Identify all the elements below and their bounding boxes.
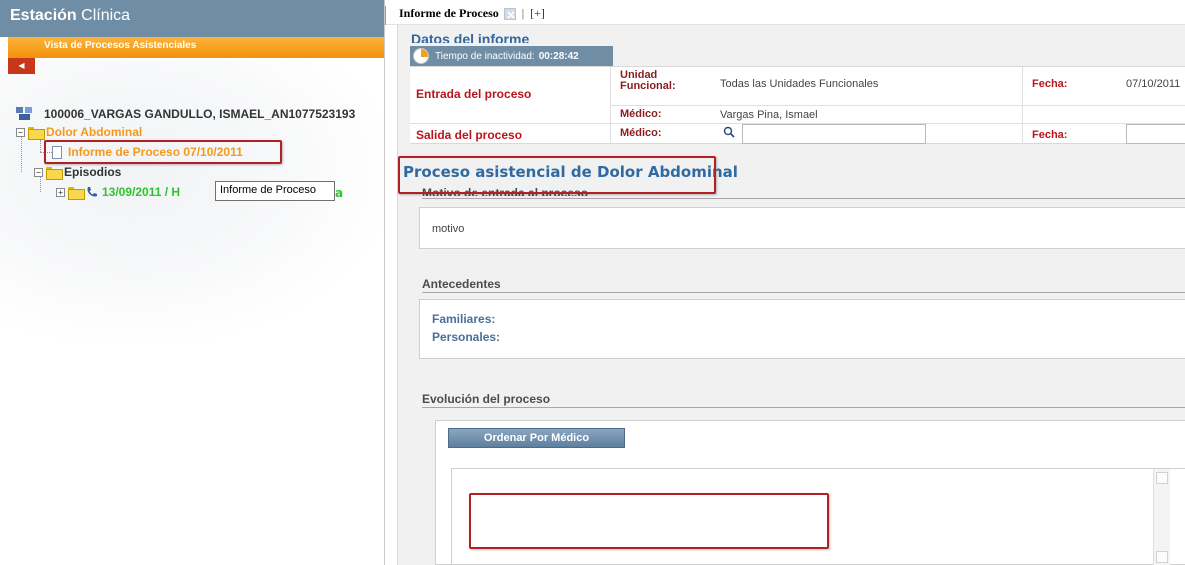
tab-separator: | <box>521 6 525 20</box>
inactivity-time: 00:28:42 <box>538 50 579 62</box>
fecha-salida-label: Fecha: <box>1032 129 1068 141</box>
tree-node-dolor-abdominal[interactable]: − Dolor Abdominal <box>16 125 143 140</box>
medico-salida-label: Médico: <box>620 127 662 139</box>
tree-node-label: Episodios <box>64 165 122 179</box>
highlight-box-proceso-title <box>398 156 716 194</box>
unidad-funcional-value: Todas las Unidades Funcionales <box>720 78 879 90</box>
folder-open-icon <box>28 126 45 140</box>
tree-node-label: 13/09/2011 / H <box>102 185 181 199</box>
expand-toggle[interactable]: + <box>56 187 65 197</box>
collapse-panel-button[interactable]: ◀ <box>8 58 35 74</box>
folder-open-icon <box>46 166 63 180</box>
personales-label: Personales: <box>432 330 501 344</box>
unidad-funcional-label: Unidad Funcional: <box>620 69 676 92</box>
datos-informe-title: Datos del informe <box>411 31 530 43</box>
fecha-salida-input[interactable] <box>1126 124 1185 144</box>
tooltip: Informe de Proceso <box>215 181 335 201</box>
app-title: Estación Clínica <box>10 7 130 25</box>
familiares-label: Familiares: <box>432 312 496 326</box>
folder-icon <box>68 186 85 200</box>
report-content: Datos del informe Tiempo de inactividad:… <box>397 25 1185 565</box>
collapse-toggle[interactable]: − <box>34 167 43 177</box>
fecha-entrada-value: 07/10/2011 <box>1126 78 1181 90</box>
tree-node-episode[interactable]: + 13/09/2011 / H <box>56 185 181 200</box>
tab-informe-proceso[interactable]: Informe de Proceso | [+] <box>399 6 545 21</box>
salida-proceso-label: Salida del proceso <box>416 128 523 142</box>
entrada-proceso-label: Entrada del proceso <box>416 87 532 101</box>
motivo-value: motivo <box>432 223 465 235</box>
episode-label-tail: a <box>335 186 344 200</box>
motivo-box: motivo <box>419 207 1185 249</box>
highlight-box-evolucion <box>469 493 829 549</box>
inactivity-timer: Tiempo de inactividad: 00:28:42 <box>410 46 613 66</box>
ordenar-por-medico-button[interactable]: Ordenar Por Médico <box>448 428 625 448</box>
add-tab-button[interactable]: [+] <box>530 6 545 21</box>
left-panel: Estación Clínica Vista de Procesos Asist… <box>0 0 384 565</box>
antecedentes-section-title: Antecedentes <box>422 277 501 291</box>
app-title-bold: Estación <box>10 7 77 24</box>
tab-close-icon[interactable] <box>503 7 516 20</box>
tab-bar: Informe de Proceso | [+] <box>385 0 1185 25</box>
patient-computer-icon <box>16 107 34 121</box>
medico-entrada-label: Médico: <box>620 108 662 120</box>
highlight-box-informe <box>44 140 282 164</box>
phone-icon <box>86 186 98 198</box>
right-panel: Informe de Proceso | [+] Datos del infor… <box>385 0 1185 565</box>
search-doctor-icon[interactable] <box>722 125 736 139</box>
evolucion-scrollbar[interactable] <box>1153 469 1170 565</box>
collapse-toggle[interactable]: − <box>16 127 25 137</box>
patient-node[interactable]: 100006_VARGAS GANDULLO, ISMAEL_AN1077523… <box>16 105 355 123</box>
view-subtitle-bar: Vista de Procesos Asistenciales <box>8 37 384 58</box>
fecha-entrada-label: Fecha: <box>1032 78 1068 90</box>
patient-name: 100006_VARGAS GANDULLO, ISMAEL_AN1077523… <box>44 107 356 121</box>
clock-icon <box>413 48 429 64</box>
medico-salida-input[interactable] <box>742 124 926 144</box>
tree-node-episodios[interactable]: − Episodios <box>34 165 122 180</box>
inactivity-label: Tiempo de inactividad: <box>435 50 535 62</box>
app-header: Estación Clínica <box>0 0 384 37</box>
antecedentes-box: Familiares: Personales: <box>419 299 1185 359</box>
report-info-table: Entrada del proceso Unidad Funcional: To… <box>410 66 1185 145</box>
tab-label: Informe de Proceso <box>399 6 499 20</box>
app-title-rest: Clínica <box>76 7 131 24</box>
evolucion-section-title: Evolución del proceso <box>422 392 551 406</box>
medico-entrada-value: Vargas Pina, Ismael <box>720 109 818 121</box>
tree-node-label: Dolor Abdominal <box>46 125 143 139</box>
